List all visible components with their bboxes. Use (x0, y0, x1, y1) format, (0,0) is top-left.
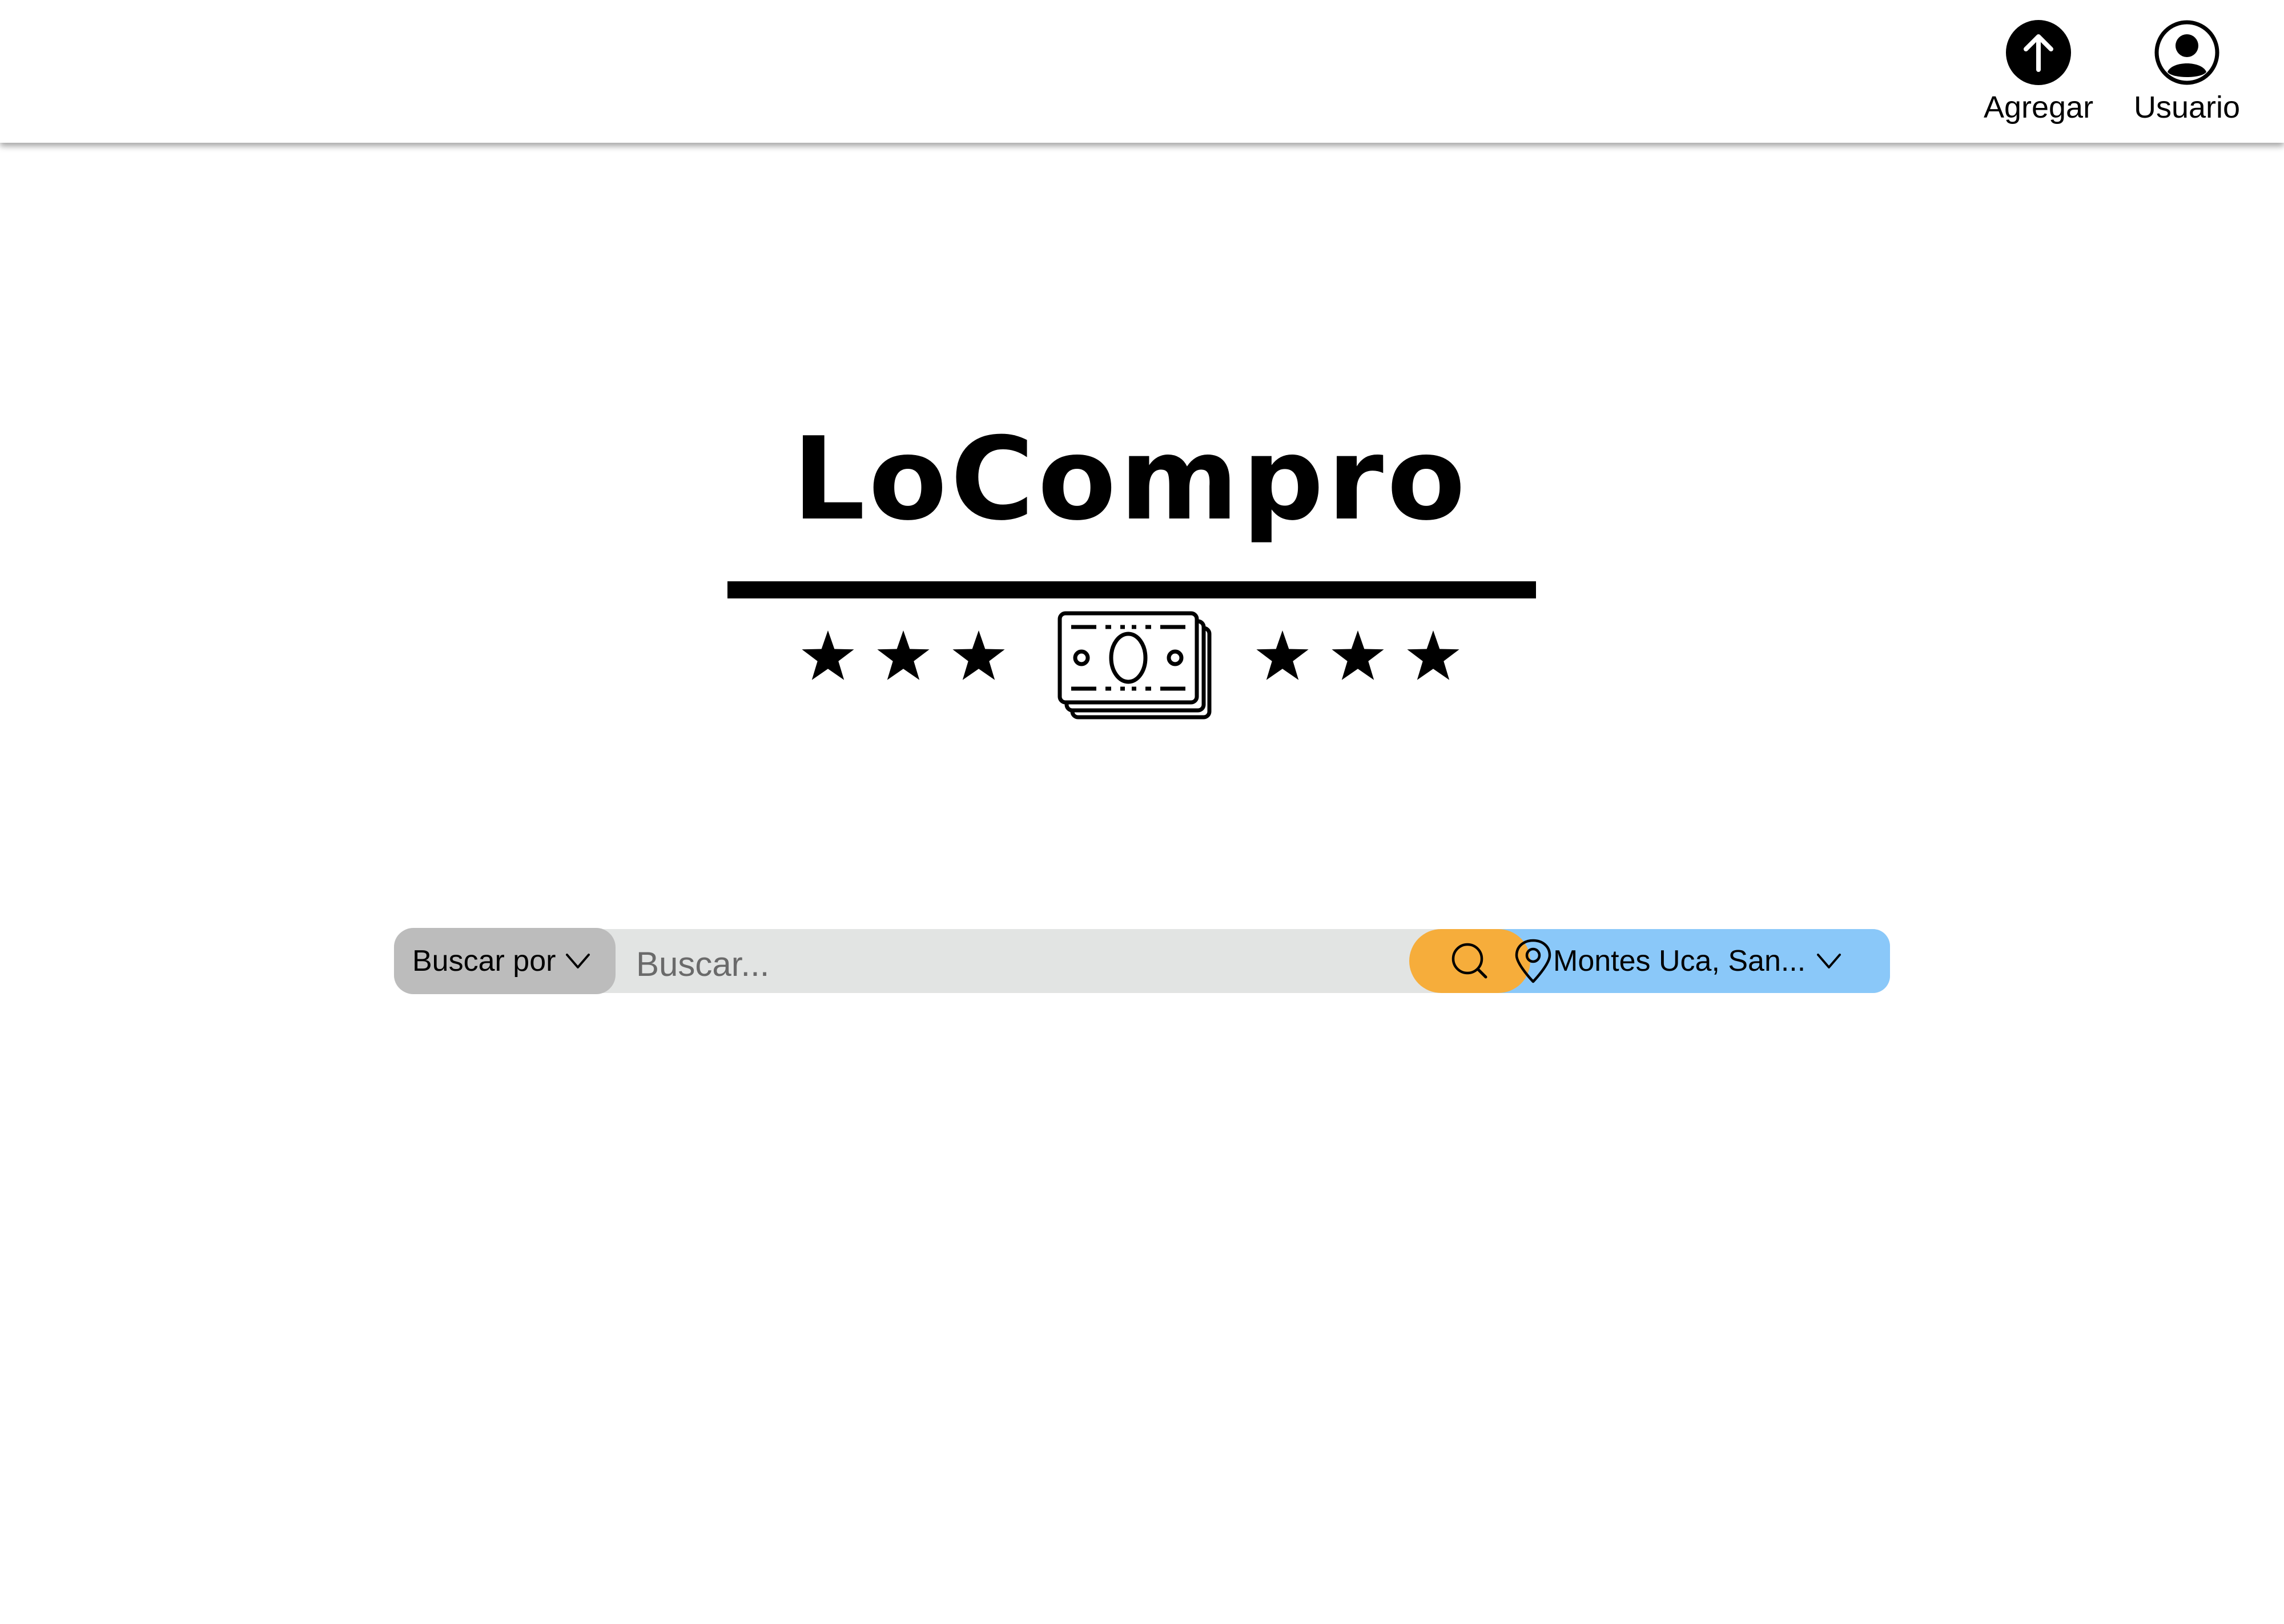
upload-arrow-icon (2006, 20, 2071, 85)
search-by-label: Buscar por (412, 944, 556, 978)
top-navigation-bar: Agregar Usuario (0, 0, 2284, 143)
star-icon (952, 630, 1005, 680)
location-label: Montes Uca, San... (1553, 944, 1806, 978)
star-icon (1407, 630, 1459, 680)
search-bar: Buscar por Montes Uca, San... (394, 928, 1890, 994)
user-account-label: Usuario (2133, 90, 2241, 124)
location-selector[interactable]: Montes Uca, San... (1496, 929, 1890, 993)
search-button[interactable] (1409, 929, 1530, 993)
search-input[interactable] (622, 930, 1228, 992)
chevron-down-icon (1817, 954, 1841, 968)
star-icon (1256, 630, 1309, 680)
star-icon (877, 630, 930, 680)
location-pin-icon (1515, 939, 1551, 983)
star-icon (1332, 630, 1384, 680)
locompro-logo: LoCompro (725, 411, 1536, 765)
add-product-button[interactable]: Agregar (1964, 19, 2113, 134)
chevron-down-icon (566, 954, 590, 968)
money-bills-icon (1057, 611, 1212, 719)
logo-artwork (802, 611, 1459, 719)
user-account-button[interactable]: Usuario (2113, 19, 2261, 134)
add-product-label: Agregar (1983, 90, 2094, 124)
user-circle-icon (2154, 20, 2219, 85)
search-by-dropdown[interactable]: Buscar por (394, 928, 616, 994)
search-icon (1451, 943, 1487, 979)
star-icon (802, 630, 854, 680)
